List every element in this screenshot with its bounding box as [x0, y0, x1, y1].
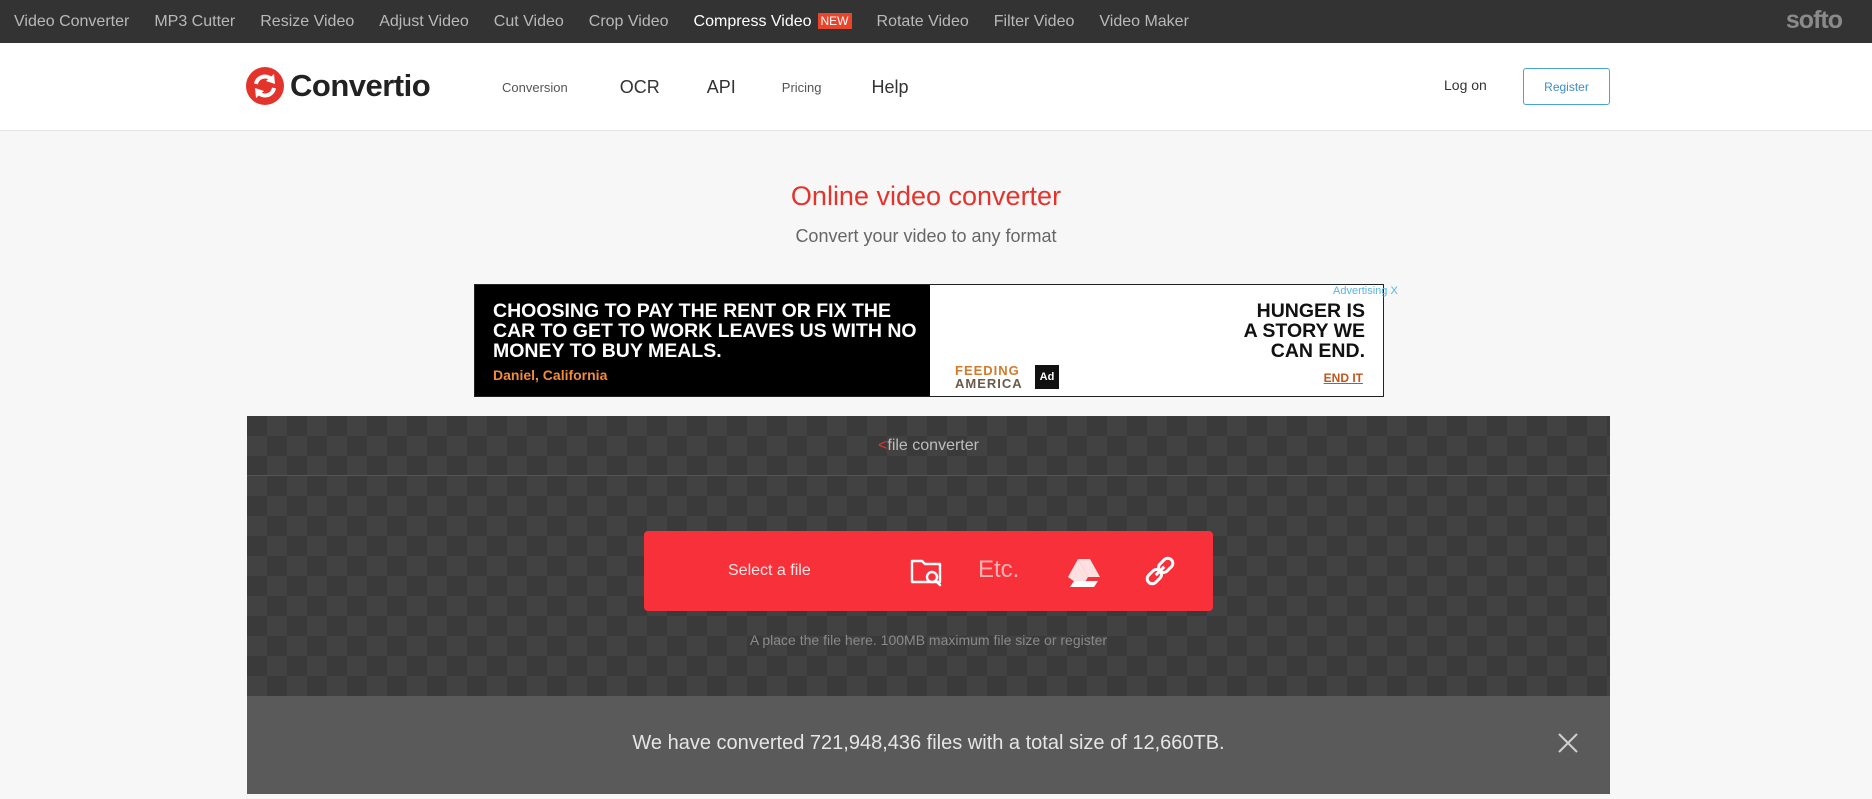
top-link-compress-video-label: Compress Video [693, 12, 812, 30]
advertising-close[interactable]: Advertising X [1333, 285, 1398, 297]
file-select-box[interactable]: Select a file Etc. [644, 531, 1213, 611]
ad-right-line-3: CAN END. [1270, 340, 1365, 362]
ad-left-panel: CHOOSING TO PAY THE RENT OR FIX THE CAR … [475, 285, 930, 396]
stats-text: We have converted 721,948,436 files with… [632, 732, 1225, 754]
top-link-rotate-video[interactable]: Rotate Video [877, 13, 969, 31]
top-link-adjust-video[interactable]: Adjust Video [379, 13, 469, 31]
site-header: Convertio Conversion OCR API Pricing Hel… [0, 43, 1872, 131]
ad-cta-link[interactable]: END IT [1324, 371, 1363, 385]
select-file-button[interactable]: Select a file [728, 562, 811, 580]
main-nav: Conversion OCR API Pricing Help [502, 43, 909, 131]
nav-conversion[interactable]: Conversion [502, 80, 568, 95]
top-bar-links: Video Converter MP3 Cutter Resize Video … [14, 0, 1214, 43]
top-link-mp3-cutter[interactable]: MP3 Cutter [154, 13, 235, 31]
google-drive-icon[interactable] [1064, 551, 1104, 591]
converter-header: <file converter [247, 416, 1610, 476]
converter-panel: <file converter Select a file Etc. A pla… [247, 416, 1610, 794]
top-link-video-converter[interactable]: Video Converter [14, 13, 129, 31]
top-link-crop-video[interactable]: Crop Video [589, 13, 669, 31]
ad-right-line-2: A STORY WE [1243, 320, 1365, 342]
register-button[interactable]: Register [1523, 68, 1610, 105]
new-badge: NEW [817, 12, 852, 29]
drop-hint: A place the file here. 100MB maximum fil… [749, 632, 1108, 648]
ad-right-line-1: HUNGER IS [1256, 300, 1365, 322]
convertio-logo[interactable]: Convertio [246, 67, 431, 105]
top-bar: Video Converter MP3 Cutter Resize Video … [0, 0, 1872, 43]
link-icon[interactable] [1140, 551, 1180, 591]
ad-brand-line-2: AMERICA [955, 376, 1023, 391]
softo-logo[interactable]: softo [1786, 6, 1843, 35]
converter-title: <file converter [878, 437, 979, 455]
login-link[interactable]: Log on [1444, 77, 1487, 93]
page-subtitle: Convert your video to any format [795, 226, 1057, 246]
converter-title-text: file converter [887, 436, 979, 454]
ad-right-headline: HUNGER IS A STORY WE CAN END. [1244, 301, 1365, 361]
feeding-america-logo: FEEDING AMERICA [955, 364, 1023, 390]
close-icon[interactable] [1557, 732, 1579, 754]
logo-text: Convertio [290, 68, 431, 103]
more-sources-button[interactable]: Etc. [978, 556, 1019, 584]
top-link-resize-video[interactable]: Resize Video [260, 13, 354, 31]
ad-council-logo: Ad [1035, 365, 1059, 389]
converter-title-caret: < [878, 436, 888, 454]
nav-api[interactable]: API [707, 77, 736, 98]
nav-pricing[interactable]: Pricing [782, 80, 822, 95]
page-title: Online video converter [790, 181, 1062, 211]
nav-help[interactable]: Help [872, 77, 909, 98]
stats-bar: We have converted 721,948,436 files with… [247, 696, 1610, 794]
folder-search-icon[interactable] [907, 551, 947, 591]
nav-ocr[interactable]: OCR [620, 77, 660, 98]
convertio-logo-icon [246, 67, 284, 105]
top-link-compress-video[interactable]: Compress Video NEW [693, 12, 852, 31]
advertisement-banner[interactable]: CHOOSING TO PAY THE RENT OR FIX THE CAR … [474, 284, 1384, 397]
top-link-cut-video[interactable]: Cut Video [494, 13, 564, 31]
top-link-video-maker[interactable]: Video Maker [1099, 13, 1189, 31]
ad-byline: Daniel, California [493, 367, 608, 383]
top-link-filter-video[interactable]: Filter Video [994, 13, 1075, 31]
ad-headline: CHOOSING TO PAY THE RENT OR FIX THE CAR … [493, 300, 917, 362]
